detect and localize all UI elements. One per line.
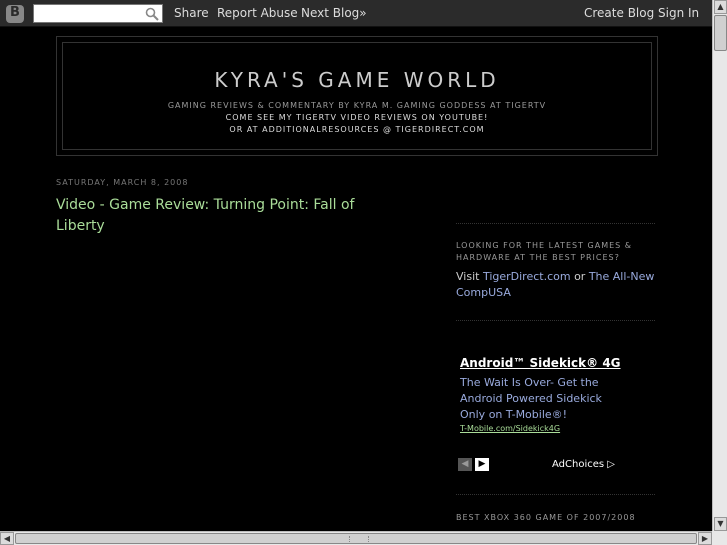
ad-prev-icon[interactable]: ◀ <box>458 458 472 471</box>
sidebar-divider <box>456 320 655 321</box>
scroll-up-icon[interactable]: ▲ <box>714 0 727 14</box>
tigerdirect-link[interactable]: TigerDirect.com <box>483 270 571 283</box>
post-title-link[interactable]: Video - Game Review: Turning Point: Fall… <box>56 195 396 237</box>
post-date: SATURDAY, MARCH 8, 2008 <box>56 178 189 187</box>
blogger-navbar: B Share Report Abuse Next Blog» Create B… <box>0 0 712 27</box>
sidebar-divider <box>456 223 655 224</box>
report-abuse-link[interactable]: Report Abuse <box>217 6 298 20</box>
ad-next-icon[interactable]: ▶ <box>475 458 489 471</box>
vertical-scrollbar[interactable]: ▲ ▼ <box>712 0 727 531</box>
search-box <box>33 4 163 25</box>
horizontal-scrollbar[interactable]: ◀ ▶ <box>0 531 712 545</box>
sign-in-link[interactable]: Sign In <box>658 6 699 20</box>
share-link[interactable]: Share <box>174 6 209 20</box>
scroll-down-icon[interactable]: ▼ <box>714 517 727 531</box>
search-input[interactable] <box>34 7 142 25</box>
sidebar-heading-deals: LOOKING FOR THE LATEST GAMES & HARDWARE … <box>456 241 633 262</box>
scroll-right-icon[interactable]: ▶ <box>698 532 712 545</box>
vertical-scroll-thumb[interactable] <box>714 15 727 51</box>
create-blog-link[interactable]: Create Blog <box>584 6 654 20</box>
or-text: or <box>570 270 589 283</box>
search-icon[interactable] <box>145 7 159 21</box>
ad-url-link[interactable]: T-Mobile.com/Sidekick4G <box>460 424 560 433</box>
adchoices-link[interactable]: AdChoices ▷ <box>552 459 615 470</box>
ad-title-link[interactable]: Android™ Sidekick® 4G <box>460 356 621 370</box>
scrollbar-corner <box>712 531 727 545</box>
sidebar-divider <box>456 494 655 495</box>
blogger-logo-letter: B <box>10 5 20 20</box>
scroll-left-icon[interactable]: ◀ <box>0 532 14 545</box>
next-blog-link[interactable]: Next Blog» <box>301 6 367 20</box>
ad-body-text[interactable]: The Wait Is Over- Get the Android Powere… <box>460 375 620 423</box>
sidebar-heading-best-game: BEST XBOX 360 GAME OF 2007/2008 <box>456 513 636 522</box>
blog-header-inner: KYRA'S GAME WORLD GAMING REVIEWS & COMME… <box>62 42 652 150</box>
blog-header: KYRA'S GAME WORLD GAMING REVIEWS & COMME… <box>56 36 658 156</box>
scroll-grip-icon <box>349 536 369 542</box>
blog-description-line2: COME SEE MY TIGERTV VIDEO REVIEWS ON YOU… <box>225 113 489 122</box>
blog-description-line3: OR AT ADDITIONALRESOURCES @ TIGERDIRECT.… <box>229 125 485 134</box>
horizontal-scroll-thumb[interactable] <box>15 533 697 544</box>
sidebar-deals-text: Visit TigerDirect.com or The All-New Com… <box>456 269 656 301</box>
blogger-logo-icon[interactable]: B <box>6 5 24 23</box>
blog-title[interactable]: KYRA'S GAME WORLD <box>63 68 651 92</box>
visit-text: Visit <box>456 270 483 283</box>
blog-description: GAMING REVIEWS & COMMENTARY BY KYRA M. G… <box>167 101 547 110</box>
